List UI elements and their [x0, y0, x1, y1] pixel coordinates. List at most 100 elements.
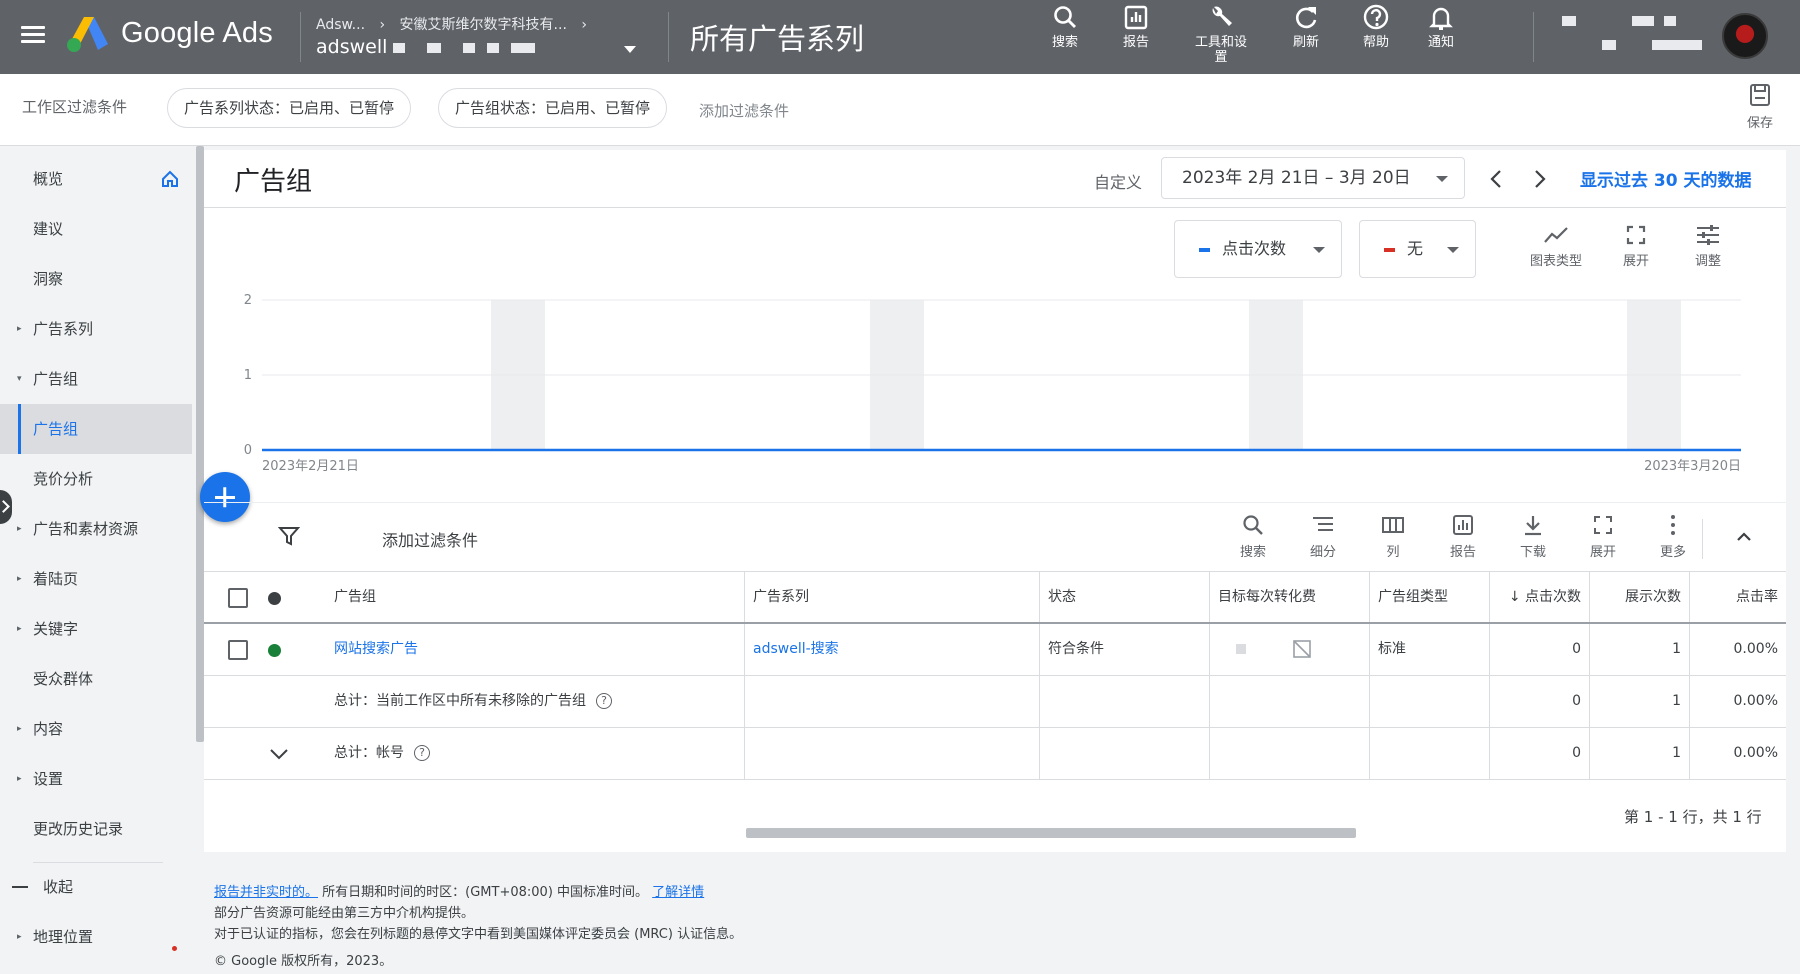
table-horizontal-scrollbar[interactable] [746, 828, 1356, 838]
previous-period-icon[interactable] [1484, 166, 1510, 192]
col-header-target-cpa[interactable]: 目标每次转化费 [1209, 572, 1369, 622]
sidebar-item-geo[interactable]: ▸ 地理位置 [0, 912, 192, 962]
sidebar-item-content[interactable]: ▸ 内容 [0, 704, 192, 754]
bell-icon [1429, 7, 1453, 30]
chevron-right-icon: ▸ [17, 324, 22, 334]
show-last-30-days-link[interactable]: 显示过去 30 天的数据 [1580, 166, 1752, 191]
sidebar-item-keywords[interactable]: ▸ 关键字 [0, 604, 192, 654]
refresh-button[interactable]: 刷新 [1270, 3, 1342, 71]
sidebar-item-adgroups[interactable]: 广告组 [0, 404, 192, 454]
segment-button[interactable]: 细分 [1293, 513, 1353, 569]
table-report-button[interactable]: 报告 [1433, 513, 1493, 569]
col-header-adgroup[interactable]: 广告组 [326, 572, 676, 622]
metric1-swatch [1199, 247, 1210, 252]
sidebar-item-settings[interactable]: ▸ 设置 [0, 754, 192, 804]
campaign-status-chip[interactable]: 广告系列状态：已启用、已暂停 [167, 88, 412, 128]
sidebar-item-change-history[interactable]: 更改历史记录 [0, 804, 192, 854]
divider [300, 12, 301, 62]
expand-chevron-icon[interactable] [268, 744, 290, 764]
adgroup-status-chip[interactable]: 广告组状态：已启用、已暂停 [438, 88, 668, 128]
help-icon [1363, 4, 1389, 30]
tools-settings-button[interactable]: 工具和设置 [1185, 3, 1257, 71]
download-button[interactable]: 下载 [1503, 513, 1563, 569]
sidebar-item-insights[interactable]: 洞察 [0, 254, 192, 304]
more-vert-icon [1671, 515, 1675, 535]
avatar[interactable] [1722, 13, 1768, 59]
sidebar-item-audiences[interactable]: 受众群体 [0, 654, 192, 704]
row-checkbox[interactable] [228, 640, 248, 660]
workspace-filter-bar: 工作区过滤条件 广告系列状态：已启用、已暂停 广告组状态：已启用、已暂停 添加过… [0, 74, 1800, 146]
ctr-cell: 0.00% [1689, 676, 1786, 727]
footer: 报告并非实时的。 所有日期和时间的时区：(GMT+08:00) 中国标准时间。 … [214, 882, 742, 972]
target-cpa-cell[interactable] [1209, 624, 1369, 675]
chevron-right-icon: ▸ [17, 724, 22, 734]
status-enabled-dot[interactable] [268, 644, 281, 657]
report-button[interactable]: 报告 [1100, 3, 1172, 71]
chevron-down-icon[interactable] [624, 46, 636, 53]
learn-more-link[interactable]: 了解详情 [652, 885, 704, 900]
sidebar-item-landing-pages[interactable]: ▸ 着陆页 [0, 554, 192, 604]
sidebar-item-label: 广告组 [33, 370, 79, 388]
sidebar-item-auction-insights[interactable]: 竞价分析 [0, 454, 192, 504]
save-button[interactable]: 保存 [1730, 82, 1790, 138]
next-period-icon[interactable] [1526, 166, 1552, 192]
segment-label: 细分 [1309, 545, 1336, 560]
divider [1702, 519, 1703, 559]
search-icon [1054, 6, 1076, 28]
search-button[interactable]: 搜索 [1029, 3, 1101, 71]
sidebar-item-label: 广告和素材资源 [33, 520, 139, 538]
sidebar-item-ads-assets[interactable]: ▸ 广告和素材资源 [0, 504, 192, 554]
columns-button[interactable]: 列 [1363, 513, 1423, 569]
divider [1533, 12, 1534, 62]
date-range-select[interactable]: 2023年 2月 21日 – 3月 20日 [1161, 157, 1465, 199]
help-button[interactable]: 帮助 [1340, 3, 1412, 71]
table-expand-button[interactable]: 展开 [1573, 513, 1633, 569]
help-icon[interactable]: ? [414, 745, 430, 761]
panel-header: 广告组 自定义 2023年 2月 21日 – 3月 20日 显示过去 30 天的… [204, 150, 1786, 208]
not-realtime-link[interactable]: 报告并非实时的。 [214, 885, 318, 900]
table-add-filter[interactable]: 添加过滤条件 [382, 527, 478, 551]
clicks-cell: 0 [1489, 624, 1589, 675]
adgroup-type-cell: 标准 [1369, 624, 1489, 675]
col-header-campaign[interactable]: 广告系列 [744, 572, 1039, 622]
filter-icon[interactable] [278, 525, 300, 547]
chevron-up-icon[interactable] [1734, 527, 1754, 547]
sidebar-scrollbar[interactable] [196, 146, 204, 742]
col-header-ctr[interactable]: 点击率 [1689, 572, 1786, 622]
help-label: 帮助 [1362, 35, 1389, 50]
footer-line-1: 报告并非实时的。 所有日期和时间的时区：(GMT+08:00) 中国标准时间。 … [214, 882, 742, 903]
sidebar-item-label: 着陆页 [33, 570, 79, 588]
campaign-link[interactable]: adswell-搜索 [744, 624, 1039, 675]
sidebar-item-overview[interactable]: 概览 [0, 154, 192, 204]
col-header-impressions[interactable]: 展示次数 [1589, 572, 1689, 622]
sidebar-collapse-button[interactable]: 收起 [0, 862, 192, 912]
help-icon[interactable]: ? [596, 693, 612, 709]
table-toolbar: 添加过滤条件 搜索 细分 列 报告 下载 展开 更多 [204, 502, 1786, 572]
table-search-button[interactable]: 搜索 [1223, 513, 1283, 569]
more-label: 更多 [1659, 545, 1686, 560]
metric2-label: 无 [1407, 239, 1424, 258]
breadcrumb-account: Adsw... [316, 17, 366, 33]
menu-icon[interactable] [18, 22, 48, 52]
add-filter-link[interactable]: 添加过滤条件 [699, 100, 789, 121]
download-icon [1525, 516, 1541, 536]
sidebar-item-label: 建议 [33, 220, 64, 238]
sidebar-item-campaigns[interactable]: ▸ 广告系列 [0, 304, 192, 354]
sidebar-item-recommendations[interactable]: 建议 [0, 204, 192, 254]
total-account-text: 总计：帐号 [334, 745, 404, 761]
chevron-down-icon: ▾ [17, 374, 22, 384]
account-switcher[interactable]: Adsw... › 安徽艾斯维尔数字科技有... › adswell [316, 12, 646, 62]
sidebar-item-adgroups-section[interactable]: ▾ 广告组 [0, 354, 192, 404]
segment-icon [1313, 517, 1333, 531]
more-button[interactable]: 更多 [1643, 513, 1703, 569]
select-all-checkbox[interactable] [228, 588, 248, 608]
notifications-button[interactable]: 通知 [1405, 3, 1477, 71]
sidebar-item-label: 受众群体 [33, 670, 94, 688]
col-header-adgroup-type[interactable]: 广告组类型 [1369, 572, 1489, 622]
col-header-status[interactable]: 状态 [1039, 572, 1209, 622]
col-header-clicks[interactable]: ↓ 点击次数 [1489, 572, 1589, 622]
sidebar-item-label: 概览 [33, 170, 64, 188]
adgroup-link[interactable]: 网站搜索广告 [326, 624, 676, 675]
sort-down-icon: ↓ [1508, 589, 1525, 605]
chevron-right-icon: ▸ [17, 774, 22, 784]
